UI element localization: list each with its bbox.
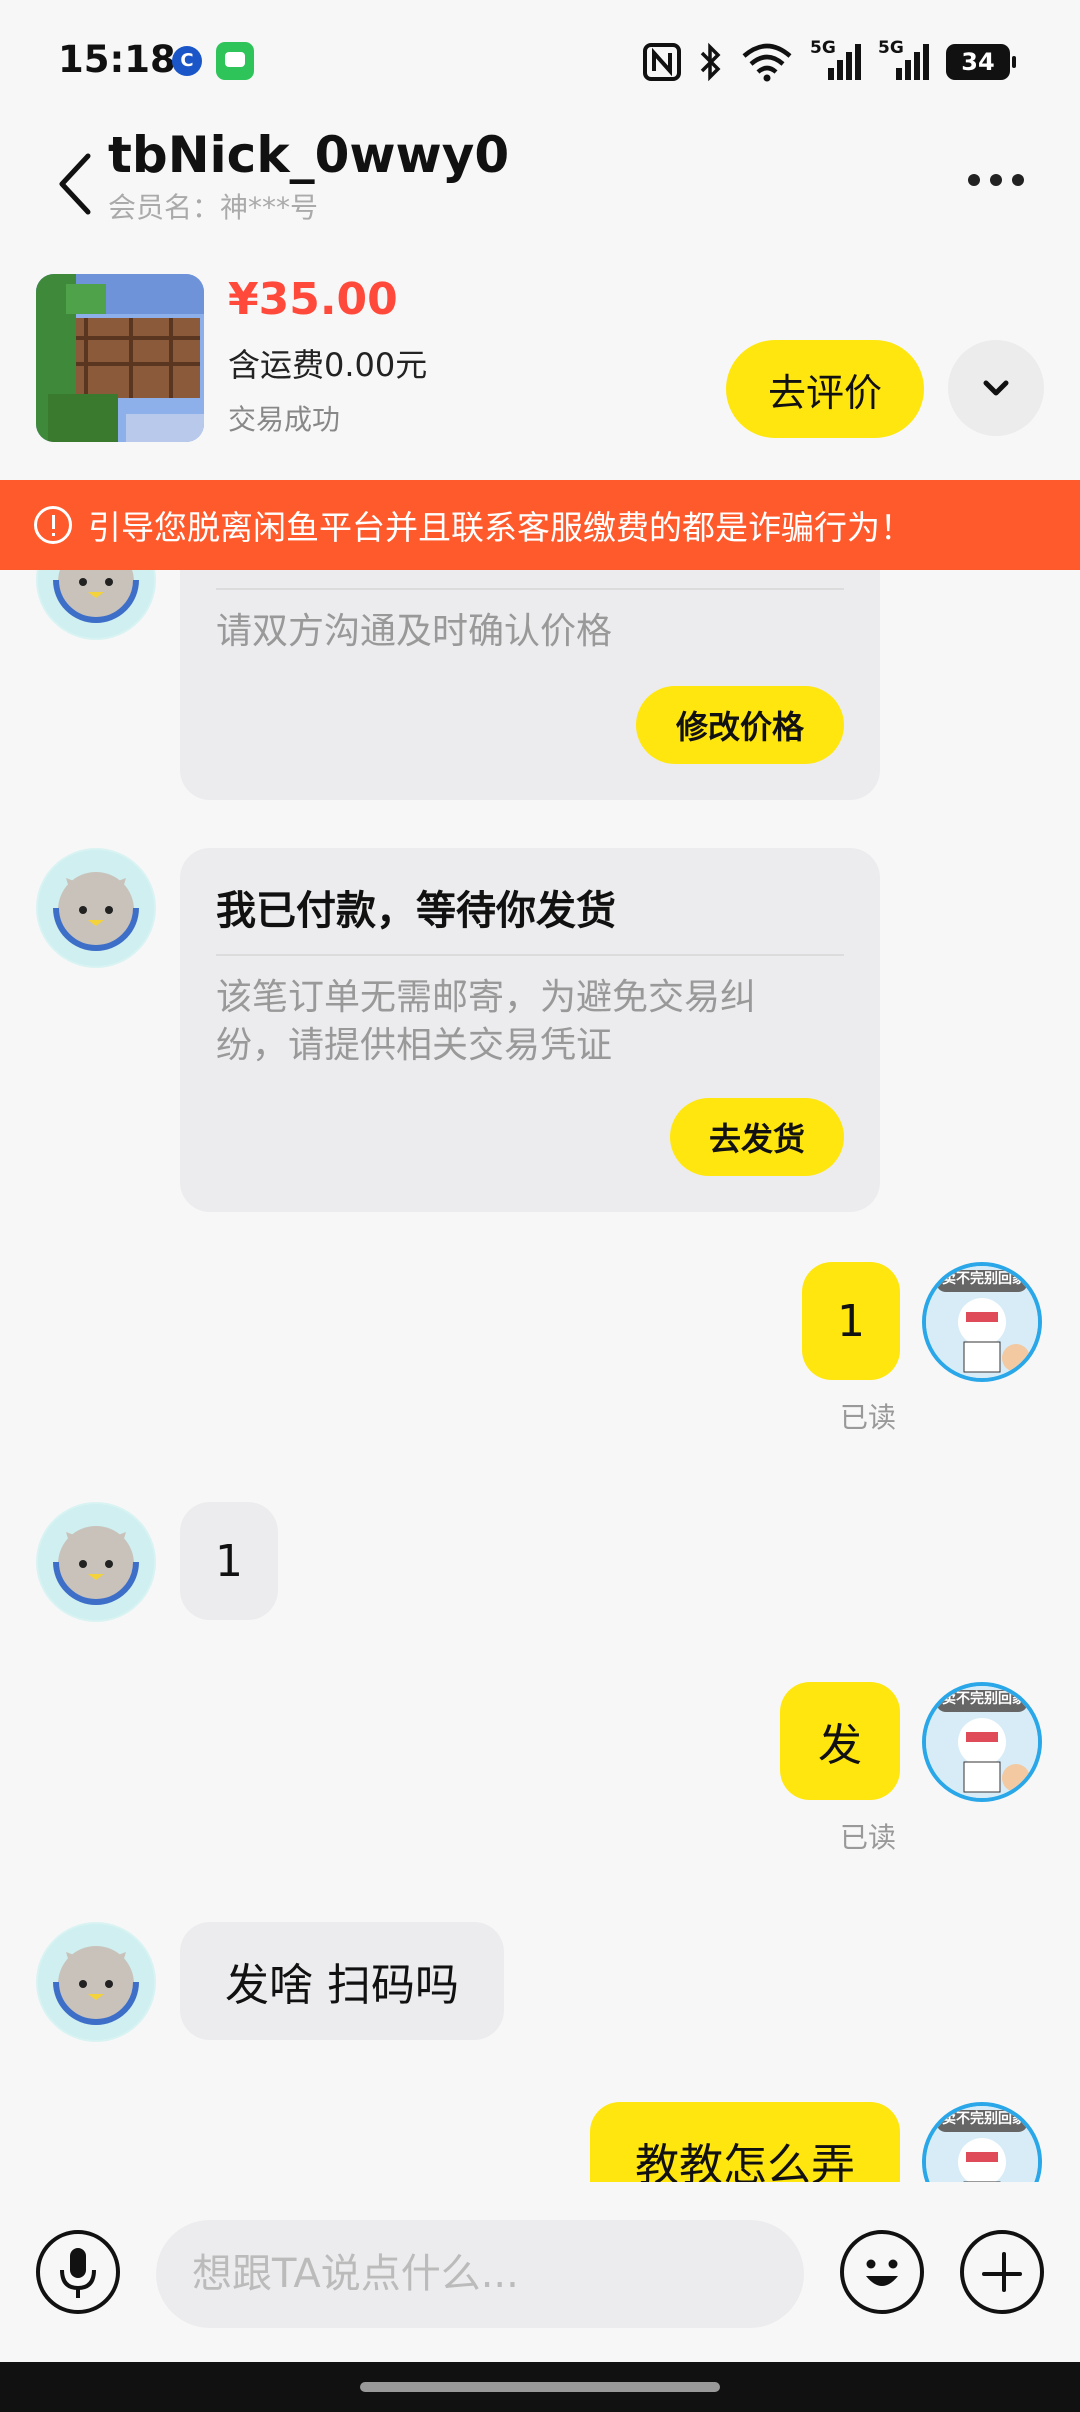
more-dot-icon bbox=[990, 174, 1002, 186]
other-avatar[interactable] bbox=[36, 570, 156, 640]
other-message-bubble[interactable]: 发啥 扫码吗 bbox=[180, 1922, 504, 2040]
product-image bbox=[36, 274, 204, 442]
nfc-icon bbox=[643, 43, 681, 81]
modify-price-button[interactable]: 修改价格 bbox=[636, 686, 844, 764]
other-message-bubble[interactable]: 1 bbox=[180, 1502, 278, 1620]
chevron-left-icon bbox=[59, 153, 91, 215]
wifi-icon bbox=[742, 43, 792, 82]
status-time: 15:18 bbox=[58, 38, 176, 81]
read-receipt: 已读 bbox=[840, 1401, 897, 1434]
smiley-icon bbox=[866, 2259, 898, 2286]
shipping-info: 含运费0.00元 bbox=[228, 346, 428, 384]
my-message-bubble[interactable]: 教教怎么弄 bbox=[590, 2102, 900, 2182]
my-message-bubble[interactable]: 发 bbox=[780, 1682, 900, 1800]
product-thumbnail[interactable] bbox=[36, 274, 204, 442]
warning-text: 引导您脱离闲鱼平台并且联系客服缴费的都是诈骗行为！ bbox=[88, 508, 913, 547]
contact-name: tbNick_0wwy0 bbox=[108, 126, 510, 184]
my-avatar[interactable]: 卖不完别回家 bbox=[922, 1262, 1042, 1382]
chat-header: tbNick_0wwy0 会员名：神***号 bbox=[0, 120, 1080, 260]
message-input-bar bbox=[0, 2182, 1080, 2362]
more-dot-icon bbox=[968, 174, 980, 186]
battery-icon: 34 bbox=[946, 44, 1016, 80]
more-options-button[interactable] bbox=[956, 150, 1036, 210]
card-text: 该笔订单无需邮寄，为避免交易纠纷，请提供相关交易凭证 bbox=[216, 977, 757, 1066]
warning-icon bbox=[34, 506, 72, 544]
expand-button[interactable] bbox=[948, 340, 1044, 436]
card-divider bbox=[216, 954, 844, 956]
avatar-badge-text: 卖不完别回家 bbox=[942, 2111, 1026, 2127]
other-avatar[interactable] bbox=[36, 848, 156, 968]
my-avatar[interactable]: 卖不完别回家 bbox=[922, 1682, 1042, 1802]
avatar-badge-text: 卖不完别回家 bbox=[942, 1691, 1026, 1707]
signal-2-icon: 5G bbox=[878, 38, 930, 82]
product-price: ¥35.00 bbox=[228, 274, 398, 325]
avatar-badge-text: 卖不完别回家 bbox=[942, 1271, 1026, 1287]
member-name: 会员名：神***号 bbox=[108, 191, 319, 224]
home-indicator[interactable] bbox=[360, 2382, 720, 2392]
card-title: 我已付款，等待你发货 bbox=[216, 888, 616, 934]
message-list[interactable]: 请双方沟通及时确认价格 修改价格 我已付款，等待你发货 该笔订单无需邮寄，为避免… bbox=[0, 570, 1080, 2182]
my-avatar[interactable]: 卖不完别回家 bbox=[922, 2102, 1042, 2182]
chevron-down-icon bbox=[983, 380, 1009, 396]
message-app-icon bbox=[216, 42, 254, 80]
payment-card: 我已付款，等待你发货 该笔订单无需邮寄，为避免交易纠纷，请提供相关交易凭证 去发… bbox=[180, 848, 880, 1212]
bluetooth-icon bbox=[700, 42, 721, 82]
app-notification-icon: C bbox=[172, 46, 202, 76]
back-button[interactable] bbox=[50, 142, 110, 222]
my-message-bubble[interactable]: 1 bbox=[802, 1262, 900, 1380]
voice-button[interactable] bbox=[36, 2230, 120, 2314]
signal-1-icon: 5G bbox=[810, 38, 862, 82]
status-bar: 15:18 C 5G 5G 34 bbox=[0, 0, 1080, 120]
status-icons: 5G 5G 34 bbox=[642, 38, 1016, 84]
other-avatar[interactable] bbox=[36, 1922, 156, 2042]
ship-button[interactable]: 去发货 bbox=[670, 1098, 844, 1176]
fraud-warning-banner: 引导您脱离闲鱼平台并且联系客服缴费的都是诈骗行为！ bbox=[0, 480, 1080, 570]
message-input[interactable] bbox=[156, 2220, 804, 2328]
system-nav-bar bbox=[0, 2362, 1080, 2412]
add-button[interactable] bbox=[960, 2230, 1044, 2314]
card-text: 请双方沟通及时确认价格 bbox=[216, 611, 613, 652]
emoji-button[interactable] bbox=[840, 2230, 924, 2314]
read-receipt: 已读 bbox=[840, 1821, 897, 1854]
microphone-icon bbox=[60, 2248, 96, 2298]
card-divider bbox=[216, 588, 844, 590]
price-confirm-card: 请双方沟通及时确认价格 修改价格 bbox=[180, 570, 880, 800]
other-avatar[interactable] bbox=[36, 1502, 156, 1622]
review-button[interactable]: 去评价 bbox=[726, 340, 924, 438]
order-status: 交易成功 bbox=[228, 403, 341, 436]
product-card[interactable]: ¥35.00 含运费0.00元 交易成功 去评价 bbox=[0, 262, 1080, 480]
more-dot-icon bbox=[1012, 174, 1024, 186]
